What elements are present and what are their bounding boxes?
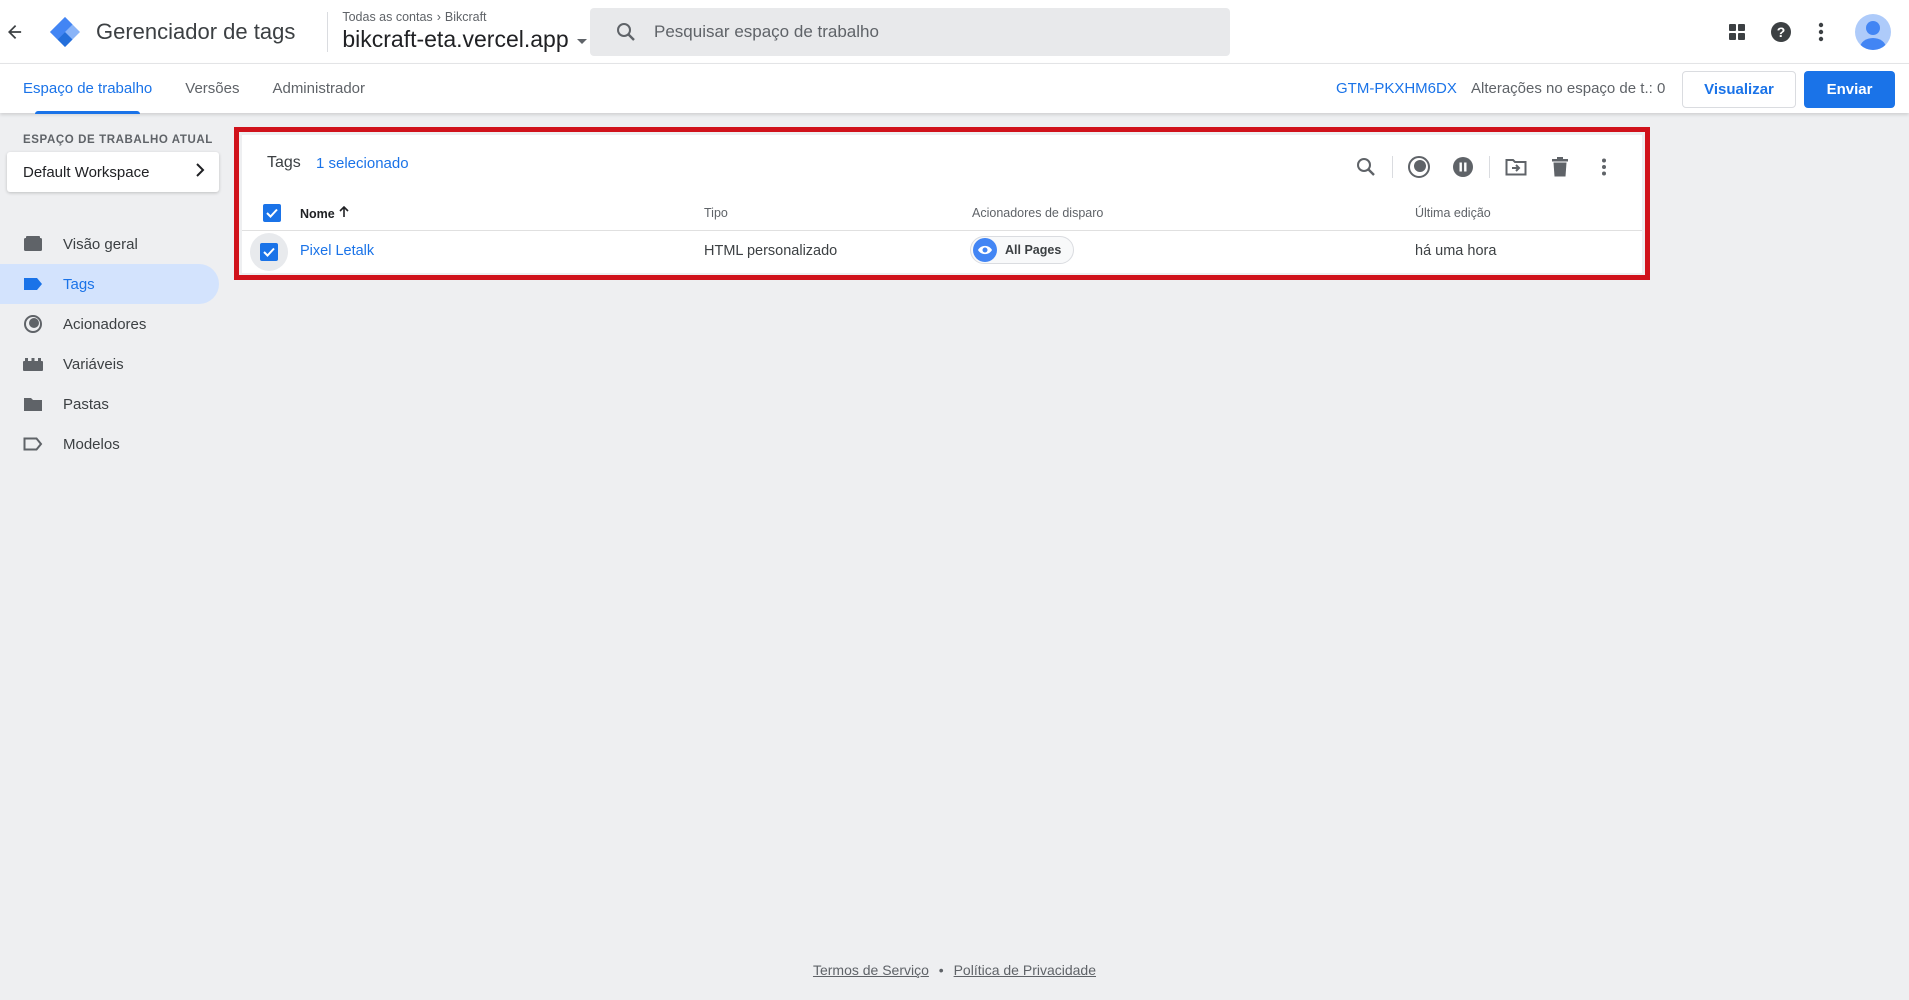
- privacy-link[interactable]: Política de Privacidade: [954, 962, 1096, 978]
- sidebar-item-tags[interactable]: Tags: [0, 264, 219, 304]
- tab-versions-label: Versões: [185, 80, 240, 97]
- search-icon[interactable]: [1348, 149, 1384, 185]
- delete-icon[interactable]: [1542, 149, 1578, 185]
- sidebar-item-label: Tags: [63, 275, 95, 293]
- apps-grid-icon[interactable]: [1717, 12, 1757, 52]
- tab-admin-label: Administrador: [272, 80, 366, 97]
- header-divider: [327, 11, 329, 52]
- sidebar-item-label: Pastas: [63, 395, 109, 413]
- folder-icon: [22, 395, 44, 413]
- terms-link[interactable]: Termos de Serviço: [813, 962, 929, 978]
- dropdown-caret-icon: [576, 39, 587, 44]
- sidebar-item-label: Modelos: [63, 435, 120, 453]
- back-arrow-icon[interactable]: [0, 0, 30, 63]
- breadcrumb-account[interactable]: Bikcraft: [445, 10, 487, 24]
- tag-icon: [22, 275, 44, 293]
- sidebar-item-label: Variáveis: [63, 355, 124, 373]
- sidebar-item-variables[interactable]: Variáveis: [0, 344, 219, 384]
- container-name-label: bikcraft-eta.vercel.app: [342, 26, 569, 52]
- overview-icon: [22, 235, 44, 253]
- preview-button[interactable]: Visualizar: [1682, 71, 1796, 108]
- tags-table-title: Tags: [267, 154, 301, 171]
- move-to-folder-icon[interactable]: [1498, 149, 1534, 185]
- submit-button[interactable]: Enviar: [1804, 71, 1895, 108]
- eye-icon: [973, 238, 997, 262]
- tab-workspace[interactable]: Espaço de trabalho: [23, 64, 152, 114]
- help-icon[interactable]: ?: [1761, 12, 1801, 52]
- sidebar-nav: Visão geral Tags Acionadores Variáveis P…: [0, 224, 219, 464]
- tag-manager-logo-icon: [48, 15, 82, 49]
- page-footer: Termos de Serviço • Política de Privacid…: [0, 962, 1909, 978]
- chevron-right-icon: ›: [436, 10, 441, 24]
- trigger-icon: [22, 315, 44, 333]
- trigger-chip-label: All Pages: [1005, 243, 1062, 257]
- container-id-link[interactable]: GTM-PKXHM6DX: [1336, 80, 1457, 97]
- toolbar-divider: [1392, 156, 1393, 178]
- tab-workspace-label: Espaço de trabalho: [23, 80, 153, 97]
- tag-last-edit: há uma hora: [1415, 243, 1497, 259]
- sidebar-item-templates[interactable]: Modelos: [0, 424, 219, 464]
- column-header-triggers[interactable]: Acionadores de disparo: [972, 206, 1103, 220]
- header-actions: ?: [1717, 0, 1909, 63]
- toolbar-divider: [1489, 156, 1490, 178]
- column-header-type[interactable]: Tipo: [704, 206, 728, 220]
- tag-type: HTML personalizado: [704, 243, 838, 259]
- table-row[interactable]: Pixel Letalk HTML personalizado All Page…: [242, 232, 1642, 271]
- footer-separator: •: [938, 962, 944, 978]
- workspace-name: Default Workspace: [23, 163, 150, 181]
- workspace-selector[interactable]: Default Workspace: [7, 152, 219, 192]
- sort-arrow-up-icon: [339, 205, 349, 221]
- table-header: Nome Tipo Acionadores de disparo Última …: [242, 195, 1642, 231]
- chevron-right-icon: [195, 163, 205, 181]
- sidebar-item-label: Acionadores: [63, 315, 147, 333]
- product-name: Gerenciador de tags: [96, 18, 296, 44]
- select-all-checkbox[interactable]: [263, 204, 281, 222]
- template-icon: [22, 435, 44, 453]
- table-toolbar: [1340, 149, 1622, 185]
- container-selector[interactable]: Todas as contas › Bikcraft bikcraft-eta.…: [342, 10, 587, 53]
- search-icon: [614, 20, 638, 44]
- workspace-nav: Espaço de trabalho Versões Administrador…: [0, 63, 1909, 114]
- column-header-name-label: Nome: [300, 206, 335, 221]
- tags-table-card: Tags 1 selecionado Nome Tipo Acionadores…: [242, 135, 1642, 273]
- tab-admin[interactable]: Administrador: [272, 64, 365, 114]
- workspace-changes-count: Alterações no espaço de t.: 0: [1471, 80, 1666, 97]
- breadcrumb: Todas as contas › Bikcraft: [342, 10, 586, 24]
- sidebar-item-folders[interactable]: Pastas: [0, 384, 219, 424]
- breadcrumb-all-accounts[interactable]: Todas as contas: [342, 10, 432, 24]
- selected-count: 1 selecionado: [316, 155, 409, 172]
- tab-versions[interactable]: Versões: [185, 64, 239, 114]
- row-checkbox[interactable]: [260, 243, 278, 261]
- tag-name-link[interactable]: Pixel Letalk: [300, 243, 374, 259]
- sidebar-item-triggers[interactable]: Acionadores: [0, 304, 219, 344]
- app-header: Gerenciador de tags Todas as contas › Bi…: [0, 0, 1909, 63]
- trigger-chip[interactable]: All Pages: [970, 236, 1075, 264]
- sidebar-item-overview[interactable]: Visão geral: [0, 224, 219, 264]
- container-name[interactable]: bikcraft-eta.vercel.app: [342, 26, 587, 53]
- current-workspace-heading: ESPAÇO DE TRABALHO ATUAL: [23, 134, 213, 146]
- more-vert-icon[interactable]: [1801, 12, 1841, 52]
- account-avatar[interactable]: [1855, 13, 1891, 50]
- trigger-icon[interactable]: [1401, 149, 1437, 185]
- svg-text:?: ?: [1777, 24, 1786, 40]
- workspace-search[interactable]: [590, 8, 1230, 56]
- column-header-last-edit[interactable]: Última edição: [1415, 206, 1491, 220]
- pause-icon[interactable]: [1445, 149, 1481, 185]
- search-input[interactable]: [654, 22, 1214, 42]
- column-header-name[interactable]: Nome: [300, 205, 349, 221]
- sidebar-item-label: Visão geral: [63, 235, 138, 253]
- more-vert-icon[interactable]: [1586, 149, 1622, 185]
- variable-icon: [22, 355, 44, 373]
